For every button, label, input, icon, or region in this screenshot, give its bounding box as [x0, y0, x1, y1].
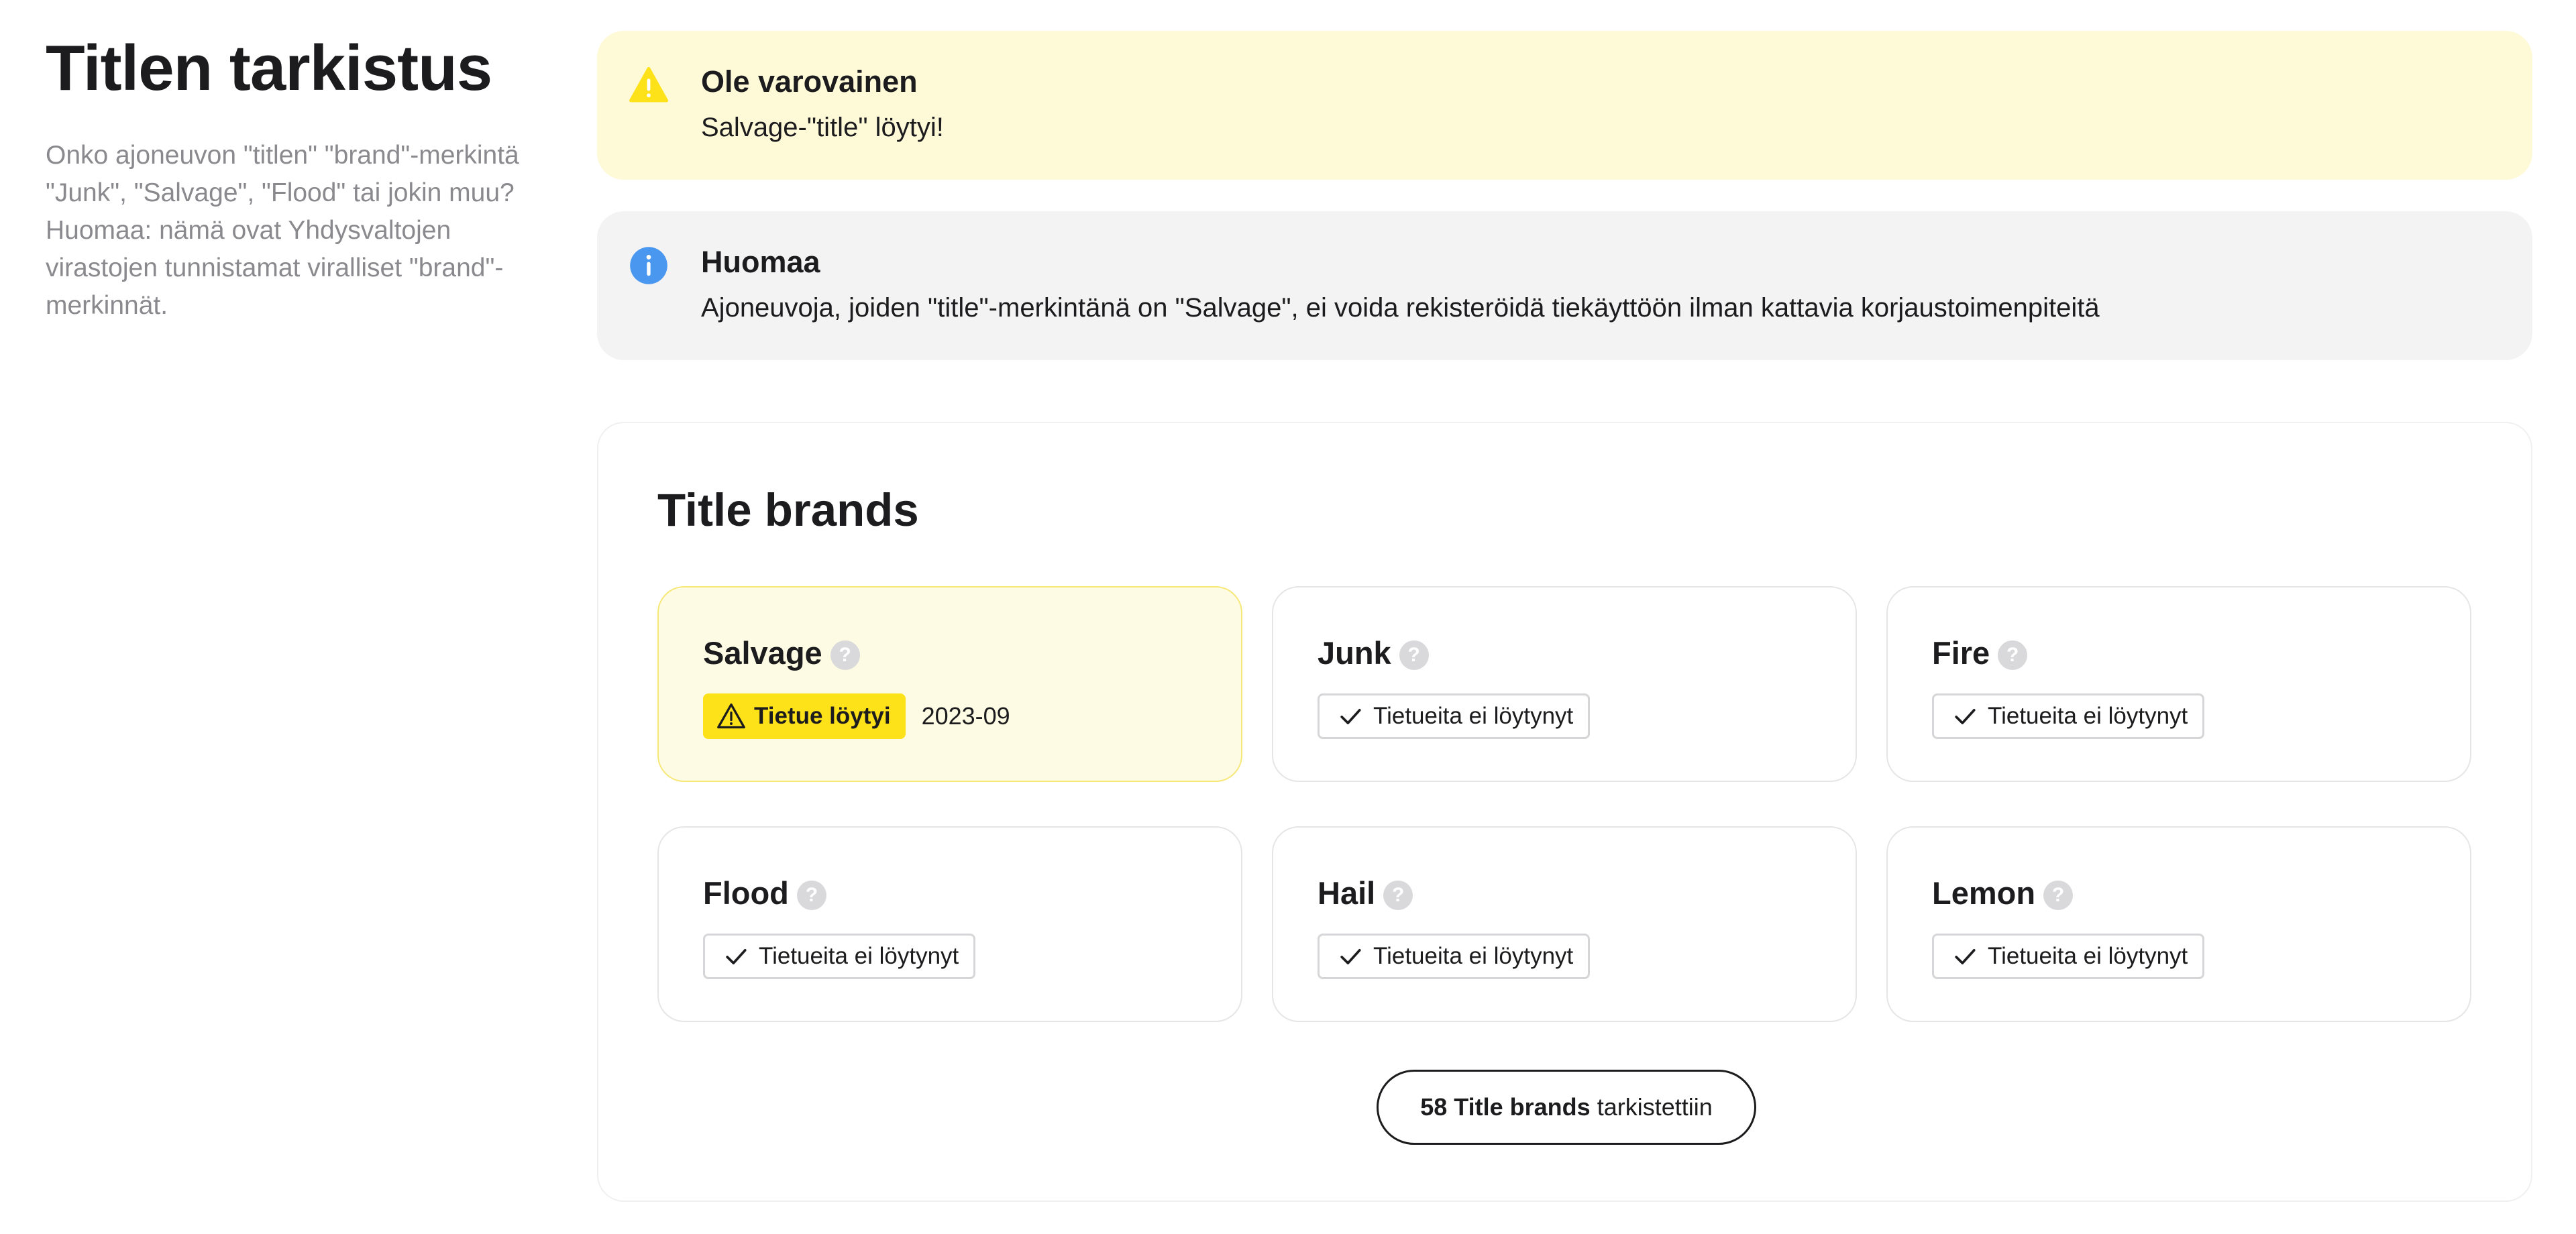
help-icon[interactable]: ? — [830, 640, 860, 670]
brand-name-row: Lemon ? — [1932, 875, 2074, 911]
brand-name-row: Salvage ? — [703, 634, 860, 671]
info-title: Huomaa — [701, 245, 820, 279]
warning-text: Salvage-"title" löytyi! — [701, 113, 944, 142]
title-brands-heading: Title brands — [657, 484, 919, 536]
help-icon[interactable]: ? — [1399, 640, 1429, 670]
brand-tile-salvage: Salvage ? Tietue löytyi 2023-09 — [657, 586, 1242, 782]
warning-icon — [629, 66, 668, 103]
status-row: Tietueita ei löytynyt — [1318, 934, 1591, 979]
no-records-badge: Tietueita ei löytynyt — [703, 934, 976, 979]
help-icon[interactable]: ? — [796, 880, 826, 910]
status-row: Tietueita ei löytynyt — [1318, 693, 1591, 739]
brands-checked-count: 58 Title brands — [1420, 1093, 1591, 1121]
brand-tile-lemon: Lemon ? Tietueita ei löytynyt — [1886, 826, 2471, 1022]
brand-tile-hail: Hail ? Tietueita ei löytynyt — [1272, 826, 1857, 1022]
checkmark-icon — [1955, 709, 1976, 724]
brand-name-row: Fire ? — [1932, 634, 2028, 671]
main-content: Ole varovainen Salvage-"title" löytyi! H… — [597, 31, 2532, 1202]
no-records-badge: Tietueita ei löytynyt — [1318, 934, 1591, 979]
brand-tile-flood: Flood ? Tietueita ei löytynyt — [657, 826, 1242, 1022]
status-row: Tietue löytyi 2023-09 — [703, 693, 1010, 739]
brand-grid: Salvage ? Tietue löytyi 2023-09 Junk ? T… — [657, 586, 2472, 1022]
warning-title: Ole varovainen — [701, 64, 918, 99]
brand-tile-junk: Junk ? Tietueita ei löytynyt — [1272, 586, 1857, 782]
page-description: Onko ajoneuvon "titlen" "brand"-merkintä… — [46, 141, 519, 320]
record-found-badge: Tietue löytyi — [703, 693, 906, 739]
brand-tile-fire: Fire ? Tietueita ei löytynyt — [1886, 586, 2471, 782]
checkmark-icon — [1340, 709, 1361, 724]
checkmark-icon — [726, 949, 747, 964]
no-records-label: Tietueita ei löytynyt — [1988, 943, 2188, 969]
brand-name: Lemon — [1932, 875, 2036, 911]
record-date: 2023-09 — [921, 702, 1010, 730]
checkmark-icon — [1340, 949, 1361, 964]
info-text: Ajoneuvoja, joiden "title"-merkintänä on… — [701, 293, 2100, 323]
warning-alert: Ole varovainen Salvage-"title" löytyi! — [597, 31, 2532, 180]
no-records-label: Tietueita ei löytynyt — [759, 943, 959, 969]
brands-checked-suffix: tarkistettiin — [1597, 1093, 1713, 1121]
brand-name-row: Hail ? — [1318, 875, 1413, 911]
record-found-label: Tietue löytyi — [754, 703, 891, 729]
no-records-badge: Tietueita ei löytynyt — [1932, 693, 2205, 739]
no-records-label: Tietueita ei löytynyt — [1373, 943, 1574, 969]
brand-name-row: Flood ? — [703, 875, 826, 911]
info-icon — [630, 247, 667, 284]
brand-name-row: Junk ? — [1318, 634, 1429, 671]
info-alert: Huomaa Ajoneuvoja, joiden "title"-merkin… — [597, 211, 2532, 360]
help-icon[interactable]: ? — [2043, 880, 2074, 910]
checkmark-icon — [1955, 949, 1976, 964]
brand-name: Flood — [703, 875, 789, 911]
brand-name: Fire — [1932, 635, 1990, 671]
help-icon[interactable]: ? — [1998, 640, 2028, 670]
no-records-badge: Tietueita ei löytynyt — [1318, 693, 1591, 739]
no-records-label: Tietueita ei löytynyt — [1988, 703, 2188, 729]
brand-name: Junk — [1318, 635, 1391, 671]
brand-name: Hail — [1318, 875, 1376, 911]
brand-name: Salvage — [703, 635, 822, 671]
warning-outline-icon — [717, 703, 745, 729]
title-brands-card: Title brands Salvage ? Tietue löytyi 202… — [597, 422, 2532, 1202]
status-row: Tietueita ei löytynyt — [703, 934, 976, 979]
sidebar: Titlen tarkistus Onko ajoneuvon "titlen"… — [46, 28, 529, 325]
no-records-label: Tietueita ei löytynyt — [1373, 703, 1574, 729]
status-row: Tietueita ei löytynyt — [1932, 934, 2205, 979]
no-records-badge: Tietueita ei löytynyt — [1932, 934, 2205, 979]
status-row: Tietueita ei löytynyt — [1932, 693, 2205, 739]
help-icon[interactable]: ? — [1383, 880, 1413, 910]
page-title: Titlen tarkistus — [46, 32, 492, 104]
brands-checked-button[interactable]: 58 Title brands tarkistettiin — [1377, 1070, 1756, 1145]
